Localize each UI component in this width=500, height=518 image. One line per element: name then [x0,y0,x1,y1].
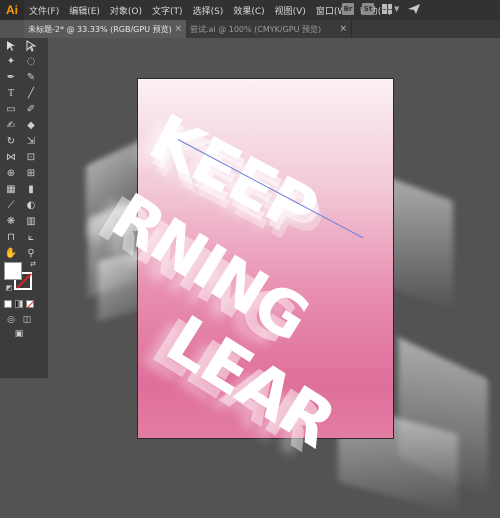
lasso-icon[interactable]: ◌ [24,56,38,68]
artboard-icon[interactable]: ⊓ [4,232,18,244]
bridge-icon[interactable]: Br [342,3,354,15]
tab-label: 未标题-2* @ 33.33% (RGB/GPU 预览) [28,24,172,34]
hand-icon[interactable]: ✋ [4,248,18,260]
workspace-switcher[interactable]: ▼ [382,4,399,14]
symbol-sprayer-icon[interactable]: ❋ [4,216,18,228]
artboard[interactable]: KEEP RNING LEAR [99,78,394,462]
eyedropper-icon[interactable]: ⟋ [4,200,18,212]
scale-icon[interactable]: ⇲ [24,136,38,148]
menu-object[interactable]: 对象(O) [105,4,147,17]
chevron-down-icon: ▼ [394,5,400,13]
pen-icon[interactable]: ✒ [4,72,18,84]
menu-effect[interactable]: 效果(C) [228,4,269,17]
free-transform-icon[interactable]: ⊡ [24,152,38,164]
default-colors-icon[interactable]: ◩ [2,282,16,294]
rectangle-icon[interactable]: ▭ [4,104,18,116]
canvas-area[interactable]: KEEP RNING LEAR [48,38,500,518]
menu-right-icons: Br St ▼ [342,3,421,15]
close-icon[interactable]: × [339,24,347,34]
tools-panel: ✦ ◌ ✒ ✎ T ╱ ▭ ✐ ✍ ◆ ↻ ⇲ ⋈ ⊡ ⊕ ⊞ ▦ ▮ ⟋ ◐ … [0,38,48,378]
tab-untitled-2[interactable]: 未标题-2* @ 33.33% (RGB/GPU 预览) × [24,20,186,38]
menu-bar: Ai 文件(F) 编辑(E) 对象(O) 文字(T) 选择(S) 效果(C) 视… [0,0,500,20]
draw-mode-icon[interactable]: ◎ [4,314,18,326]
curvature-icon[interactable]: ✎ [24,72,38,84]
none-mode-icon[interactable] [26,300,35,309]
type-icon[interactable]: T [4,88,18,100]
menu-edit[interactable]: 编辑(E) [64,4,105,17]
gradient-icon[interactable]: ▮ [24,184,38,196]
selection-tool-icon[interactable] [4,40,18,52]
magic-wand-icon[interactable]: ✦ [4,56,18,68]
color-mode-icon[interactable] [4,300,12,308]
grid-icon [382,4,392,14]
perspective-grid-icon[interactable]: ⊞ [24,168,38,180]
slice-icon[interactable]: ⟀ [24,232,38,244]
tab-label: 尝试.ai @ 100% (CMYK/GPU 预览) [190,24,322,34]
blend-icon[interactable]: ◐ [24,200,38,212]
gradient-mode-icon[interactable] [15,300,23,308]
column-graph-icon[interactable]: ▥ [24,216,38,228]
swap-colors-icon[interactable]: ⇄ [26,258,40,270]
app-logo: Ai [0,0,24,20]
menu-type[interactable]: 文字(T) [147,4,188,17]
menu-select[interactable]: 选择(S) [188,4,229,17]
fill-swatch[interactable] [4,262,22,280]
close-icon[interactable]: × [174,24,182,34]
line-icon[interactable]: ╱ [24,88,38,100]
shape-builder-icon[interactable]: ⊕ [4,168,18,180]
mesh-icon[interactable]: ▦ [4,184,18,196]
document-tab-bar: 未标题-2* @ 33.33% (RGB/GPU 预览) × 尝试.ai @ 1… [24,20,500,38]
paintbrush-icon[interactable]: ✐ [24,104,38,116]
draw-behind-icon[interactable]: ◫ [20,314,34,326]
send-icon[interactable] [407,3,421,15]
menu-file[interactable]: 文件(F) [24,4,64,17]
screen-mode-icon[interactable]: ▣ [12,328,26,340]
rotate-icon[interactable]: ↻ [4,136,18,148]
width-icon[interactable]: ⋈ [4,152,18,164]
stock-icon[interactable]: St [362,3,374,15]
eraser-icon[interactable]: ◆ [24,120,38,132]
tab-test-ai[interactable]: 尝试.ai @ 100% (CMYK/GPU 预览) × [186,20,352,38]
direct-selection-tool-icon[interactable] [24,40,38,52]
menu-view[interactable]: 视图(V) [270,4,311,17]
shaper-icon[interactable]: ✍ [4,120,18,132]
